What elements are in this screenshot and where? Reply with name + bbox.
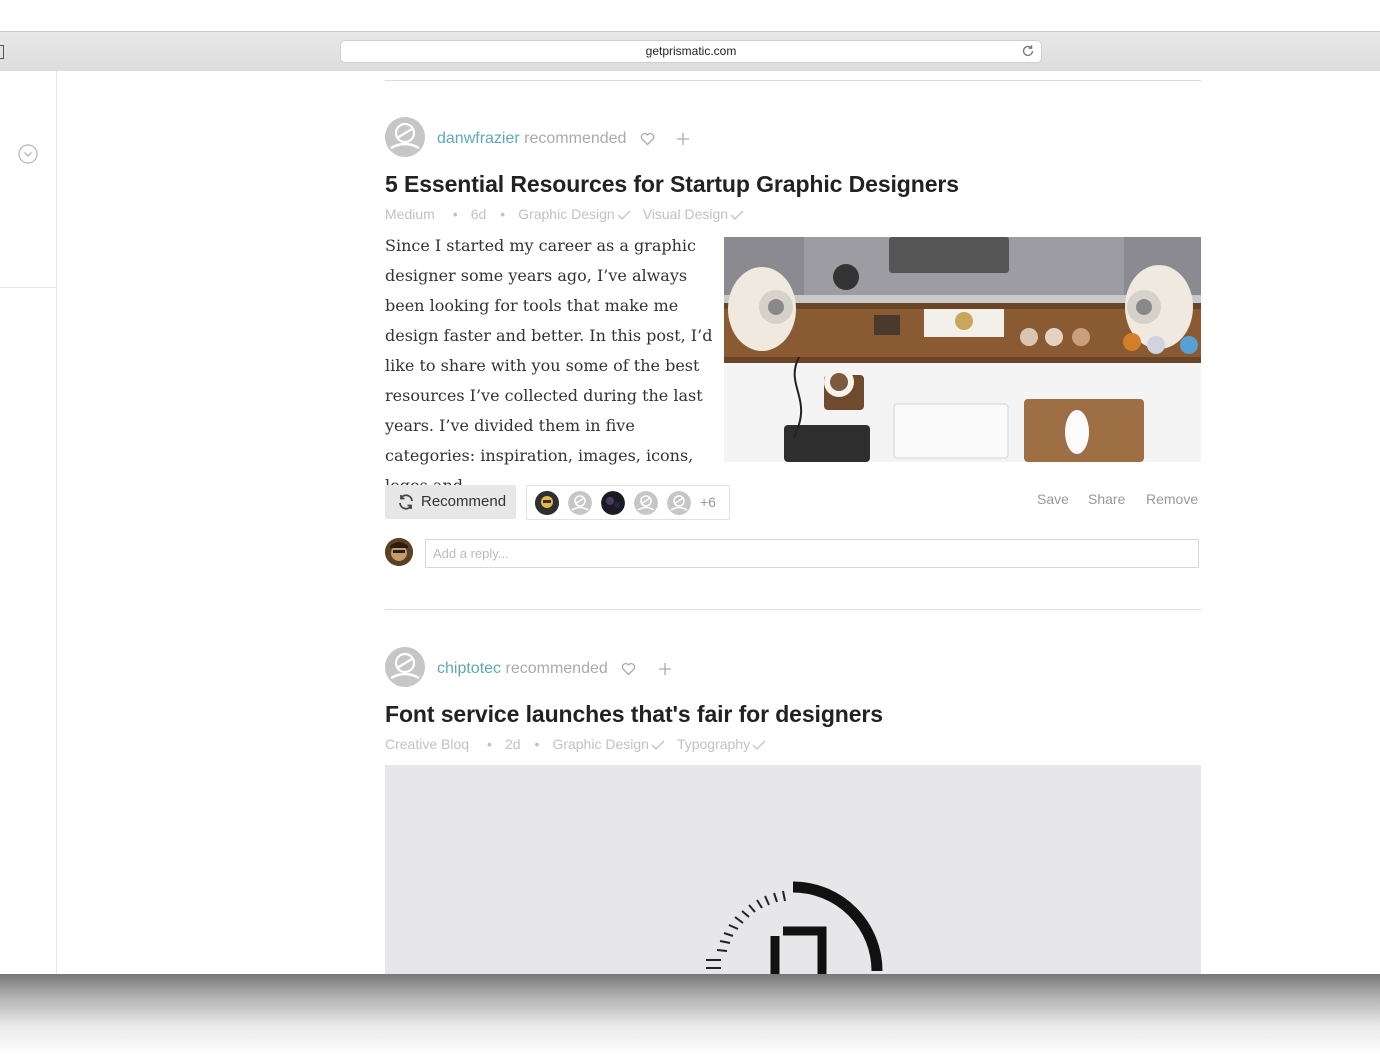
meta-separator: •	[534, 736, 540, 752]
avatar-photo-image	[385, 538, 413, 566]
avatar[interactable]	[535, 491, 559, 515]
more-recommenders-count[interactable]: +6	[700, 494, 716, 510]
default-avatar-icon	[385, 117, 425, 157]
recommender-name[interactable]: chiptotec	[437, 660, 501, 677]
desk-photo-image	[724, 237, 1201, 462]
post-title[interactable]: Font service launches that's fair for de…	[385, 701, 883, 728]
default-avatar-icon	[634, 491, 658, 515]
reload-icon[interactable]	[1021, 44, 1035, 58]
plus-icon[interactable]	[658, 662, 672, 676]
avatar-photo-image	[535, 491, 559, 515]
check-icon	[730, 210, 744, 221]
post-divider	[385, 609, 1201, 610]
recommender-name[interactable]: danwfrazier	[437, 130, 520, 147]
check-icon	[752, 740, 766, 751]
sidebar	[0, 71, 57, 974]
post-image[interactable]	[385, 765, 1201, 974]
recommender-line: danwfrazier recommended	[437, 127, 690, 151]
reply-input[interactable]	[425, 539, 1199, 568]
avatar[interactable]	[601, 491, 625, 515]
recommender-line: chiptotec recommended	[437, 657, 672, 681]
avatar[interactable]	[385, 647, 425, 687]
avatar-photo-image	[601, 491, 625, 515]
refresh-icon	[399, 494, 413, 510]
topic-tag[interactable]: Visual Design	[643, 206, 728, 222]
recommend-button[interactable]: Recommend	[385, 485, 516, 519]
url-text: getprismatic.com	[645, 44, 737, 58]
default-avatar-icon	[568, 491, 592, 515]
window-top	[0, 0, 1380, 31]
check-icon	[651, 740, 665, 751]
meta-separator: •	[452, 206, 458, 222]
post-source[interactable]: Medium	[385, 206, 435, 222]
avatar[interactable]	[667, 491, 691, 515]
page-viewport: danwfrazier recommended 5 Essential Reso…	[0, 71, 1380, 974]
post-title[interactable]: 5 Essential Resources for Startup Graphi…	[385, 171, 959, 198]
post-thumbnail[interactable]	[724, 237, 1201, 462]
heart-icon[interactable]	[621, 662, 636, 676]
post-age: 2d	[504, 736, 521, 752]
avatar[interactable]	[385, 117, 425, 157]
recommend-label: Recommend	[421, 493, 507, 510]
window-shadow	[0, 974, 1380, 1054]
recommenders-facepile[interactable]: +6	[526, 485, 730, 520]
post-excerpt: Since I started my career as a graphic d…	[385, 236, 713, 495]
heart-icon[interactable]	[640, 132, 655, 146]
default-avatar-icon	[385, 647, 425, 687]
sidebar-divider	[0, 287, 56, 288]
plus-icon[interactable]	[676, 132, 690, 146]
post-age: 6d	[470, 206, 487, 222]
post-meta: Creative Bloq • 2d • Graphic Design Typograph…	[385, 736, 778, 752]
topic-tag[interactable]: Graphic Design	[518, 206, 615, 222]
browser-toolbar: getprismatic.com	[0, 31, 1380, 72]
recommended-label: recommended	[505, 660, 608, 677]
toolbar-edge	[0, 45, 4, 59]
meta-separator: •	[487, 736, 492, 752]
font-logo-image	[385, 765, 1201, 974]
post-source[interactable]: Creative Bloq	[385, 736, 469, 752]
recommended-label: recommended	[524, 130, 627, 147]
default-avatar-icon	[667, 491, 691, 515]
share-button[interactable]: Share	[1088, 491, 1125, 507]
avatar[interactable]	[634, 491, 658, 515]
post-meta: Medium • 6d • Graphic Design Visual Design	[385, 206, 756, 222]
save-button[interactable]: Save	[1037, 491, 1069, 507]
check-icon	[617, 210, 631, 221]
chevron-down-circle-icon[interactable]	[18, 144, 38, 164]
topic-tag[interactable]: Typography	[677, 736, 750, 752]
address-bar[interactable]: getprismatic.com	[341, 41, 1041, 62]
current-user-avatar	[385, 538, 413, 566]
remove-button[interactable]: Remove	[1146, 491, 1198, 507]
avatar[interactable]	[568, 491, 592, 515]
meta-separator: •	[500, 206, 506, 222]
feed-divider	[385, 80, 1201, 81]
topic-tag[interactable]: Graphic Design	[552, 736, 649, 752]
